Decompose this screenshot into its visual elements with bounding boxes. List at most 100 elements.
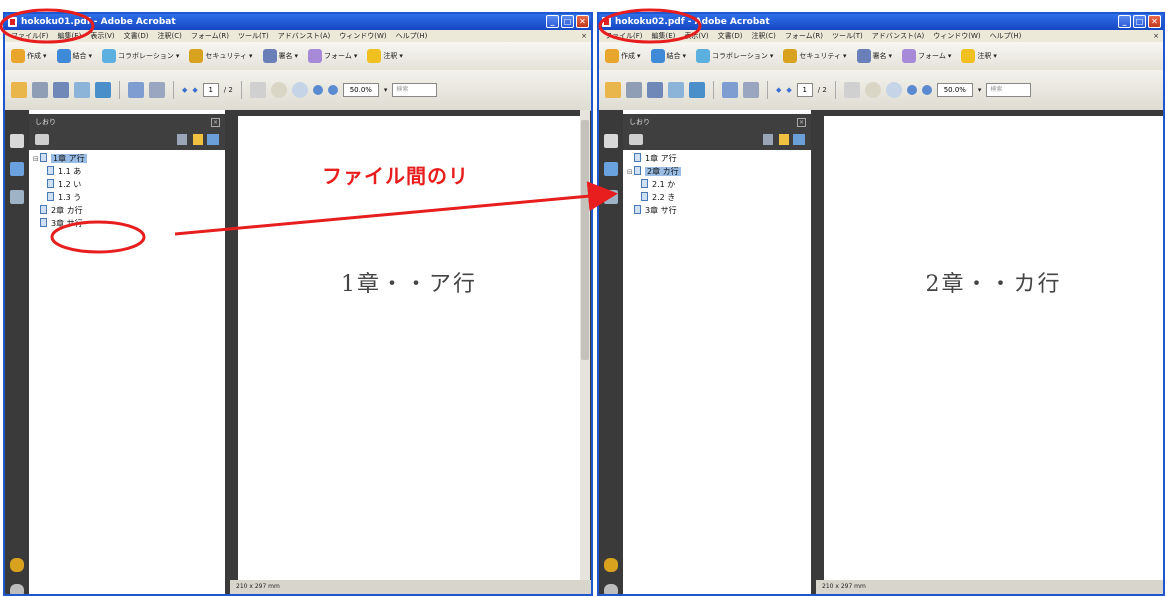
pages-icon[interactable] bbox=[604, 134, 618, 148]
forms-button[interactable]: フォーム ▾ bbox=[308, 49, 357, 63]
menu-window[interactable]: ウィンドウ(W) bbox=[339, 30, 386, 42]
forms-button[interactable]: フォーム ▾ bbox=[902, 49, 951, 63]
fit-icon[interactable] bbox=[149, 82, 165, 98]
create-button[interactable]: 作成 ▾ bbox=[11, 49, 47, 63]
bookmarks-icon[interactable] bbox=[604, 162, 618, 176]
search-input[interactable]: 検索 bbox=[392, 83, 438, 97]
collaborate-button[interactable]: コラボレーション ▾ bbox=[696, 49, 773, 63]
menu-file[interactable]: ファイル(F) bbox=[605, 30, 643, 42]
options-icon[interactable] bbox=[35, 134, 49, 145]
collaborate-button[interactable]: コラボレーション ▾ bbox=[102, 49, 179, 63]
collaborate-tool-icon[interactable] bbox=[95, 82, 111, 98]
page-number-field[interactable]: 1 bbox=[796, 83, 813, 97]
open-folder-icon[interactable] bbox=[11, 82, 27, 98]
open-folder-icon[interactable] bbox=[605, 82, 621, 98]
delete-bookmark-icon[interactable] bbox=[763, 134, 773, 145]
security-button[interactable]: セキュリティ ▾ bbox=[189, 49, 253, 63]
close-doc-icon[interactable]: × bbox=[1153, 30, 1159, 42]
expand-bookmark-icon[interactable] bbox=[207, 134, 219, 145]
options-icon[interactable] bbox=[629, 134, 643, 145]
bookmark-item[interactable]: 1.1 あ bbox=[29, 165, 225, 178]
menu-advanced[interactable]: アドバンスト(A) bbox=[278, 30, 330, 42]
attachment-icon[interactable] bbox=[604, 584, 618, 594]
signatures-icon[interactable] bbox=[10, 190, 24, 204]
expand-bookmark-icon[interactable] bbox=[793, 134, 805, 145]
bookmark-item[interactable]: ⊟ 1章 ア行 bbox=[29, 152, 225, 165]
bookmark-item[interactable]: 1.3 う bbox=[29, 191, 225, 204]
menu-document[interactable]: 文書(D) bbox=[718, 30, 743, 42]
zoom-field[interactable]: 50.0% bbox=[342, 83, 379, 97]
create-button[interactable]: 作成 ▾ bbox=[605, 49, 641, 63]
zoom-tool-icon[interactable] bbox=[885, 82, 902, 98]
zoom-field[interactable]: 50.0% bbox=[936, 83, 973, 97]
new-bookmark-icon[interactable] bbox=[779, 134, 789, 145]
key-icon[interactable] bbox=[604, 558, 618, 572]
bookmarks-icon[interactable] bbox=[10, 162, 24, 176]
menu-edit[interactable]: 編集(E) bbox=[58, 30, 82, 42]
menu-advanced[interactable]: アドバンスト(A) bbox=[872, 30, 924, 42]
menu-document[interactable]: 文書(D) bbox=[124, 30, 149, 42]
menu-tools[interactable]: ツール(T) bbox=[832, 30, 863, 42]
menu-forms[interactable]: フォーム(R) bbox=[785, 30, 823, 42]
menu-comments[interactable]: 注釈(C) bbox=[752, 30, 776, 42]
close-doc-icon[interactable]: × bbox=[581, 30, 587, 42]
bookmark-item[interactable]: 3章 サ行 bbox=[29, 217, 225, 230]
minimize-button[interactable]: _ bbox=[546, 15, 559, 28]
prev-page-icon[interactable]: ◆ bbox=[776, 86, 781, 94]
signatures-icon[interactable] bbox=[604, 190, 618, 204]
sign-button[interactable]: 署名 ▾ bbox=[262, 49, 298, 63]
collaborate-tool-icon[interactable] bbox=[689, 82, 705, 98]
bookmark-item[interactable]: 2.1 か bbox=[623, 178, 811, 191]
save-icon[interactable] bbox=[53, 82, 69, 98]
email-icon[interactable] bbox=[668, 82, 684, 98]
comment-button[interactable]: 注釈 ▾ bbox=[367, 49, 403, 63]
zoom-in-icon[interactable] bbox=[327, 85, 338, 95]
menu-view[interactable]: 表示(V) bbox=[90, 30, 114, 42]
menu-comments[interactable]: 注釈(C) bbox=[158, 30, 182, 42]
floppy-icon[interactable] bbox=[722, 82, 738, 98]
maximize-button[interactable]: □ bbox=[561, 15, 574, 28]
page-number-field[interactable]: 1 bbox=[202, 83, 219, 97]
menu-view[interactable]: 表示(V) bbox=[684, 30, 708, 42]
menu-edit[interactable]: 編集(E) bbox=[652, 30, 676, 42]
select-tool-icon[interactable] bbox=[249, 82, 266, 98]
maximize-button[interactable]: □ bbox=[1133, 15, 1146, 28]
bookmark-item[interactable]: 2章 カ行 bbox=[29, 204, 225, 217]
security-button[interactable]: セキュリティ ▾ bbox=[783, 49, 847, 63]
delete-bookmark-icon[interactable] bbox=[177, 134, 187, 145]
combine-button[interactable]: 結合 ▾ bbox=[650, 49, 686, 63]
panel-close-icon[interactable]: × bbox=[797, 118, 806, 127]
menu-help[interactable]: ヘルプ(H) bbox=[990, 30, 1022, 42]
next-page-icon[interactable]: ◆ bbox=[786, 86, 791, 94]
floppy-icon[interactable] bbox=[128, 82, 144, 98]
email-icon[interactable] bbox=[74, 82, 90, 98]
hand-tool-icon[interactable] bbox=[864, 82, 881, 98]
scrollbar-thumb[interactable] bbox=[581, 120, 589, 360]
comment-button[interactable]: 注釈 ▾ bbox=[961, 49, 997, 63]
zoom-dropdown-icon[interactable]: ▾ bbox=[978, 86, 982, 94]
panel-close-icon[interactable]: × bbox=[211, 118, 220, 127]
new-bookmark-icon[interactable] bbox=[193, 134, 203, 145]
close-button[interactable]: ✕ bbox=[576, 15, 589, 28]
vertical-scrollbar[interactable] bbox=[580, 110, 590, 580]
select-tool-icon[interactable] bbox=[843, 82, 860, 98]
menu-help[interactable]: ヘルプ(H) bbox=[396, 30, 428, 42]
bookmark-item[interactable]: 3章 サ行 bbox=[623, 204, 811, 217]
print-icon[interactable] bbox=[626, 82, 642, 98]
zoom-tool-icon[interactable] bbox=[291, 82, 308, 98]
minimize-button[interactable]: _ bbox=[1118, 15, 1131, 28]
zoom-out-icon[interactable] bbox=[906, 85, 917, 95]
menu-file[interactable]: ファイル(F) bbox=[11, 30, 49, 42]
next-page-icon[interactable]: ◆ bbox=[192, 86, 197, 94]
bookmark-item[interactable]: 1.2 い bbox=[29, 178, 225, 191]
zoom-in-icon[interactable] bbox=[921, 85, 932, 95]
bookmark-item[interactable]: 2.2 き bbox=[623, 191, 811, 204]
attachment-icon[interactable] bbox=[10, 584, 24, 594]
close-button[interactable]: ✕ bbox=[1148, 15, 1161, 28]
menu-forms[interactable]: フォーム(R) bbox=[191, 30, 229, 42]
print-icon[interactable] bbox=[32, 82, 48, 98]
pages-icon[interactable] bbox=[10, 134, 24, 148]
fit-icon[interactable] bbox=[743, 82, 759, 98]
combine-button[interactable]: 結合 ▾ bbox=[56, 49, 92, 63]
zoom-dropdown-icon[interactable]: ▾ bbox=[384, 86, 388, 94]
